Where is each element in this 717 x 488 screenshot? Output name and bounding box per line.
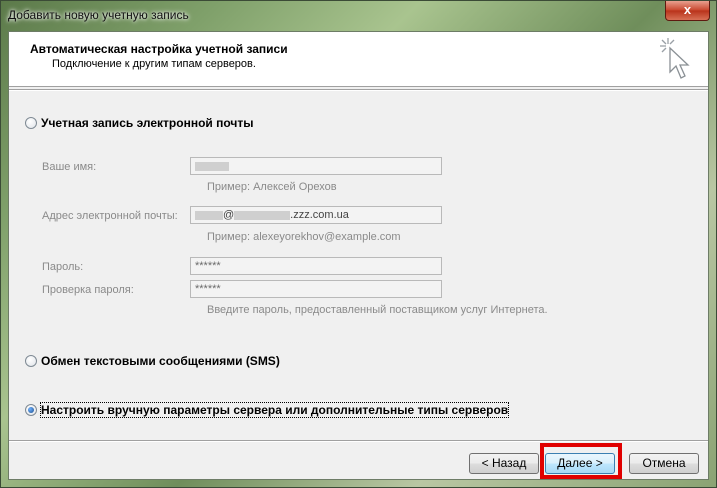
redacted-text: [195, 161, 229, 171]
name-label: Ваше имя:: [42, 161, 97, 173]
option-email-account[interactable]: Учетная запись электронной почты: [25, 116, 254, 130]
email-field[interactable]: @ .zzz.com.ua: [190, 206, 442, 224]
option-sms-label[interactable]: Обмен текстовыми сообщениями (SMS): [41, 354, 280, 368]
password-field[interactable]: ******: [190, 257, 442, 275]
redacted-text: [195, 210, 223, 220]
option-manual-setup[interactable]: Настроить вручную параметры сервера или …: [25, 402, 510, 418]
dialog-client: Автоматическая настройка учетной записи …: [8, 31, 709, 480]
name-hint: Пример: Алексей Орехов: [207, 181, 337, 193]
email-label: Адрес электронной почты:: [42, 210, 178, 222]
cancel-button[interactable]: Отмена: [629, 453, 699, 474]
header-subtitle: Подключение к другим типам серверов.: [52, 58, 256, 70]
title-bar: Добавить новую учетную запись x: [1, 1, 716, 31]
cursor-sparkle-icon: [660, 38, 690, 79]
dialog-window: Добавить новую учетную запись x Автомати…: [0, 0, 717, 488]
back-button[interactable]: < Назад: [469, 453, 539, 474]
wizard-header: Автоматическая настройка учетной записи …: [9, 32, 708, 87]
redacted-text: [234, 210, 291, 220]
password-label: Пароль:: [42, 261, 84, 273]
radio-sms[interactable]: [25, 355, 37, 367]
option-sms[interactable]: Обмен текстовыми сообщениями (SMS): [25, 354, 280, 368]
email-at: @: [223, 209, 235, 221]
email-hint: Пример: alexeyorekhov@example.com: [207, 231, 401, 243]
option-email-label[interactable]: Учетная запись электронной почты: [41, 116, 254, 130]
highlight-box: [540, 443, 622, 479]
password-confirm-field[interactable]: ******: [190, 280, 442, 298]
name-field[interactable]: [190, 157, 442, 175]
option-manual-label[interactable]: Настроить вручную параметры сервера или …: [39, 402, 510, 418]
radio-manual-setup[interactable]: [25, 404, 37, 416]
separator: [9, 440, 708, 442]
password-hint: Введите пароль, предоставленный поставщи…: [207, 304, 548, 316]
email-domain: .zzz.com.ua: [290, 209, 349, 221]
separator: [9, 89, 708, 91]
password-confirm-label: Проверка пароля:: [42, 284, 134, 296]
radio-email-account[interactable]: [25, 117, 37, 129]
window-title: Добавить новую учетную запись: [8, 8, 189, 22]
close-button[interactable]: x: [665, 1, 710, 21]
header-title: Автоматическая настройка учетной записи: [30, 42, 288, 56]
